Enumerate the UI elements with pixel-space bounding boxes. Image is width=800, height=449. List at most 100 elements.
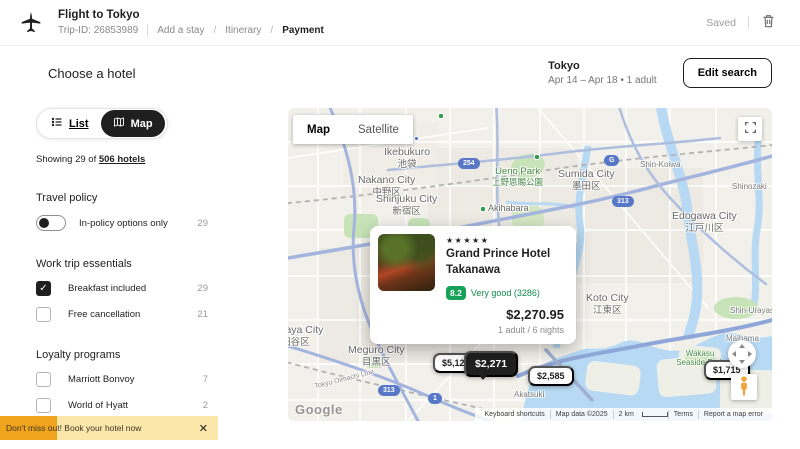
map-label-setagaya: Setagaya City世田谷区 xyxy=(288,324,323,348)
list-view-button[interactable]: List xyxy=(39,110,101,137)
rating-score-badge: 8.2 xyxy=(446,286,466,300)
divider xyxy=(147,24,148,37)
top-bar: Flight to Tokyo Trip-ID: 26853989 Add a … xyxy=(0,0,800,46)
loyalty-heading: Loyalty programs xyxy=(36,349,266,361)
map-view-button[interactable]: Map xyxy=(101,110,165,137)
delete-trip-button[interactable] xyxy=(761,13,776,32)
hotel-card[interactable]: ★★★★★ Grand Prince Hotel Takanawa 8.2 Ve… xyxy=(370,226,576,344)
route-badge: 1 xyxy=(428,393,442,404)
saved-status: Saved xyxy=(706,17,736,29)
breadcrumb-separator: / xyxy=(214,25,217,36)
edit-search-button[interactable]: Edit search xyxy=(683,58,772,88)
promo-banner: Don't miss out! Book your hotel now ✕ xyxy=(0,416,218,440)
scale-bar xyxy=(642,412,668,417)
google-logo: Google xyxy=(295,402,343,417)
map-label-akatsuki: Akatsuki xyxy=(514,390,544,400)
price-marker-selected[interactable]: $2,271 xyxy=(464,351,518,377)
checkbox-unchecked[interactable] xyxy=(36,307,51,322)
route-badge: 313 xyxy=(378,385,400,396)
page-title: Choose a hotel xyxy=(48,66,135,81)
sub-header: Choose a hotel Tokyo Apr 14 – Apr 18 • 1… xyxy=(0,46,800,100)
map-icon xyxy=(113,116,125,131)
check-icon: ✓ xyxy=(39,283,47,294)
arrow-left-icon xyxy=(732,351,736,357)
filter-marriott-bonvoy[interactable]: Marriott Bonvoy 7 xyxy=(36,372,208,387)
breadcrumb-add-a-stay[interactable]: Add a stay xyxy=(157,25,204,36)
station-marker xyxy=(534,154,540,160)
report-map-error-link[interactable]: Report a map error xyxy=(699,411,768,418)
checkbox-unchecked[interactable] xyxy=(36,398,51,413)
work-trip-heading: Work trip essentials xyxy=(36,258,266,270)
breadcrumb-separator: / xyxy=(270,25,273,36)
in-policy-toggle-row[interactable]: In-policy options only 29 xyxy=(36,215,208,231)
hotel-price-caption: 1 adult / 6 nights xyxy=(498,325,564,335)
map-type-satellite-button[interactable]: Satellite xyxy=(344,115,413,144)
airplane-icon xyxy=(18,10,44,36)
app-window: Flight to Tokyo Trip-ID: 26853989 Add a … xyxy=(0,0,800,449)
terms-link[interactable]: Terms xyxy=(669,411,698,418)
filter-world-of-hyatt[interactable]: World of Hyatt 2 xyxy=(36,398,208,413)
results-summary: Showing 29 of 506 hotels xyxy=(36,154,266,165)
map-label-sumida: Sumida City墨田区 xyxy=(558,168,615,192)
street-view-pegman[interactable] xyxy=(731,374,757,400)
map-type-map-button[interactable]: Map xyxy=(293,115,344,144)
map-label-ueno-park: Ueno Park上野恩賜公園 xyxy=(492,166,543,188)
in-policy-toggle[interactable] xyxy=(36,215,66,231)
map-label-edogawa: Edogawa City江戸川区 xyxy=(672,210,737,234)
hotel-star-rating: ★★★★★ xyxy=(446,236,489,245)
pan-control[interactable] xyxy=(728,340,756,368)
filter-breakfast-included[interactable]: ✓ Breakfast included 29 xyxy=(36,281,208,296)
station-marker xyxy=(480,206,486,212)
pegman-icon xyxy=(738,376,750,399)
destination: Tokyo xyxy=(548,60,657,72)
search-summary: Tokyo Apr 14 – Apr 18 • 1 adult xyxy=(548,60,657,86)
filters-sidebar: List Map Showing 29 of 506 hotels Travel… xyxy=(0,100,288,449)
arrow-up-icon xyxy=(739,344,745,348)
station-marker xyxy=(438,113,444,119)
route-badge: 254 xyxy=(458,158,480,169)
map-attribution: Keyboard shortcuts Map data ©2025 2 km T… xyxy=(475,408,772,421)
toggle-knob xyxy=(39,218,49,228)
map-label-meguro: Meguro City目黒区 xyxy=(348,344,405,368)
map-label-akihabara: Akihabara xyxy=(488,203,529,214)
divider xyxy=(748,16,749,29)
list-icon xyxy=(51,116,63,131)
map-label-shinozaki: Shinozaki xyxy=(732,182,767,192)
map-canvas[interactable]: Ikebukuro池袋 Nakano City中野区 Shinjuku City… xyxy=(288,108,772,421)
rating-label: Very good (3286) xyxy=(471,288,540,298)
hotel-price: $2,270.95 xyxy=(498,307,564,322)
dates-occupancy: Apr 14 – Apr 18 • 1 adult xyxy=(548,75,657,86)
arrow-right-icon xyxy=(748,351,752,357)
station-marker xyxy=(414,136,419,141)
filter-free-cancellation[interactable]: Free cancellation 21 xyxy=(36,307,208,322)
travel-policy-heading: Travel policy xyxy=(36,192,266,204)
hotel-count-link[interactable]: 506 hotels xyxy=(99,154,145,165)
fullscreen-icon xyxy=(744,121,757,137)
fullscreen-button[interactable] xyxy=(738,117,762,141)
breadcrumb-payment[interactable]: Payment xyxy=(282,25,324,36)
banner-close-button[interactable]: ✕ xyxy=(199,422,208,435)
map-data-label: Map data ©2025 xyxy=(551,411,613,418)
scale-label: 2 km xyxy=(614,411,639,418)
route-badge: G xyxy=(604,155,619,166)
map-label-koto: Koto City江東区 xyxy=(586,292,629,316)
trip-id: Trip-ID: 26853989 xyxy=(58,25,138,36)
hotel-name: Grand Prince Hotel Takanawa xyxy=(446,247,568,278)
trip-title: Flight to Tokyo xyxy=(58,9,324,21)
banner-message: Don't miss out! Book your hotel now xyxy=(0,423,141,433)
hotel-photo xyxy=(378,234,435,291)
price-marker[interactable]: $2,585 xyxy=(528,366,574,386)
route-badge: 313 xyxy=(612,196,634,207)
map-label-shin-koiwa: Shin-Koiwa xyxy=(640,160,680,170)
keyboard-shortcuts-link[interactable]: Keyboard shortcuts xyxy=(479,411,549,418)
map-label-shinjuku: Shinjuku City新宿区 xyxy=(376,193,437,217)
checkbox-checked[interactable]: ✓ xyxy=(36,281,51,296)
map-label-shin-urayasu: Shin-Urayasu xyxy=(730,306,772,316)
breadcrumb-itinerary[interactable]: Itinerary xyxy=(225,25,261,36)
arrow-down-icon xyxy=(739,360,745,364)
trash-icon xyxy=(761,13,776,32)
map-type-control: Map Satellite xyxy=(293,115,413,144)
map-label-ikebukuro: Ikebukuro池袋 xyxy=(384,146,430,170)
checkbox-unchecked[interactable] xyxy=(36,372,51,387)
view-toggle: List Map xyxy=(36,108,168,139)
